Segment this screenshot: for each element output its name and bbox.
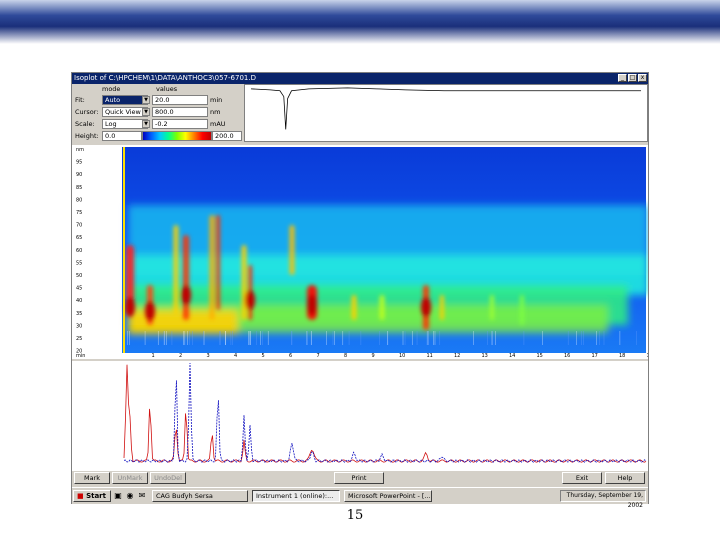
height-colorbar xyxy=(142,131,212,141)
fit-value-input[interactable]: 20.0 xyxy=(152,95,208,105)
explorer-quicklaunch-icon[interactable]: ◉ xyxy=(125,491,135,501)
isoplot-window: Isoplot of C:\HPCHEM\1\DATA\ANTHOC3\057-… xyxy=(71,72,649,504)
window-title: Isoplot of C:\HPCHEM\1\DATA\ANTHOC3\057-… xyxy=(74,74,256,82)
y-tick-label: 55 xyxy=(76,260,82,266)
y-tick-label: 45 xyxy=(76,286,82,292)
mode-header: mode xyxy=(102,85,120,93)
windows-taskbar: ■ Start ▣ ◉ ✉ CAG Buďyh Sersa Instrument… xyxy=(72,487,648,504)
isoplot-contour[interactable]: nm95908580757065605550454035302520 min 1 2… xyxy=(72,145,648,359)
x-tick-label: 1 xyxy=(152,353,155,359)
taskbar-item-powerpoint[interactable]: Microsoft PowerPoint - [... xyxy=(344,490,432,502)
x-tick-label: 6 xyxy=(289,353,292,359)
y-tick-label: 70 xyxy=(76,223,82,229)
y-tick-label: 65 xyxy=(76,235,82,241)
values-header: values xyxy=(156,85,177,93)
x-tick-label: 16 xyxy=(564,353,570,359)
spectrum-trace xyxy=(251,88,641,130)
minimize-button[interactable]: _ xyxy=(618,74,627,82)
x-tick-label: 15 xyxy=(537,353,543,359)
slide-page-number: 15 xyxy=(340,508,370,523)
scale-unit: mAU xyxy=(210,120,226,128)
desktop-quicklaunch-icon[interactable]: ▣ xyxy=(113,491,123,501)
windows-logo-icon: ■ xyxy=(77,492,84,500)
fit-label: Fit: xyxy=(75,96,85,104)
y-tick-label: 35 xyxy=(76,311,82,317)
window-title-bar: Isoplot of C:\HPCHEM\1\DATA\ANTHOC3\057-… xyxy=(72,73,648,84)
x-tick-label: 14 xyxy=(509,353,515,359)
y-tick-label: 40 xyxy=(76,298,82,304)
y-tick-label: nm xyxy=(76,147,84,153)
x-tick-label: 18 xyxy=(619,353,625,359)
x-tick-label: 13 xyxy=(482,353,488,359)
isoplot-contour-area: nm 95 90 85 80 75 70 65 60 55 50 45 40 35 30 25 20 min 1 2… xyxy=(72,145,648,359)
y-tick-label: 90 xyxy=(76,172,82,178)
height-min-input[interactable]: 0.0 xyxy=(102,131,142,141)
x-tick-label: min xyxy=(76,353,85,359)
x-tick-label: 19 xyxy=(647,353,649,359)
y-tick-label: 80 xyxy=(76,197,82,203)
help-button[interactable]: Help xyxy=(605,472,645,484)
fit-unit: min xyxy=(210,96,222,104)
y-tick-label: 25 xyxy=(76,336,82,342)
print-button[interactable]: Print xyxy=(334,472,384,484)
x-tick-label: 10 xyxy=(399,353,405,359)
slide-header-band xyxy=(0,0,720,44)
scale-dropdown-arrow-icon[interactable]: ▼ xyxy=(142,120,150,128)
close-button[interactable]: x xyxy=(638,74,647,82)
x-tick-label: 2 xyxy=(179,353,182,359)
x-tick-label: 5 xyxy=(262,353,265,359)
x-tick-label: 3 xyxy=(207,353,210,359)
y-tick-label: 60 xyxy=(76,248,82,254)
x-tick-label: 12 xyxy=(454,353,460,359)
chromatogram-panel xyxy=(72,361,648,471)
system-tray-clock[interactable]: Thursday, September 19, 2002 xyxy=(560,490,646,502)
action-button-bar: Mark UnMark UndoDel Print Exit Help xyxy=(72,471,648,485)
scale-value-input[interactable]: -0.2 xyxy=(152,119,208,129)
x-tick-label: 9 xyxy=(372,353,375,359)
x-tick-label: 8 xyxy=(344,353,347,359)
start-button[interactable]: ■ Start xyxy=(73,490,111,502)
x-tick-label: 4 xyxy=(234,353,237,359)
cursor-value-input[interactable]: 800.0 xyxy=(152,107,208,117)
x-tick-label: 11 xyxy=(427,353,433,359)
taskbar-item-instrument[interactable]: Instrument 1 (online):... xyxy=(252,490,340,502)
cursor-unit: nm xyxy=(210,108,220,116)
taskbar-item-cag[interactable]: CAG Buďyh Sersa xyxy=(152,490,248,502)
exit-button[interactable]: Exit xyxy=(562,472,602,484)
maximize-button[interactable]: □ xyxy=(628,74,637,82)
unmark-button[interactable]: UnMark xyxy=(112,472,148,484)
height-max-input[interactable]: 200.0 xyxy=(212,131,242,141)
x-tick-label: 7 xyxy=(317,353,320,359)
start-label: Start xyxy=(86,492,106,500)
mark-button[interactable]: Mark xyxy=(74,472,110,484)
cursor-label: Cursor: xyxy=(75,108,98,116)
y-tick-label: 50 xyxy=(76,273,82,279)
fit-dropdown-arrow-icon[interactable]: ▼ xyxy=(142,96,150,104)
chromatogram-plot[interactable] xyxy=(72,361,648,471)
undo-delete-button[interactable]: UndoDel xyxy=(150,472,186,484)
y-tick-label: 30 xyxy=(76,323,82,329)
y-tick-label: 85 xyxy=(76,185,82,191)
scale-label: Scale: xyxy=(75,120,95,128)
outlook-quicklaunch-icon[interactable]: ✉ xyxy=(137,491,147,501)
y-tick-label: 75 xyxy=(76,210,82,216)
height-label: Height: xyxy=(75,132,99,140)
x-tick-label: 17 xyxy=(592,353,598,359)
y-tick-label: 95 xyxy=(76,160,82,166)
spectrum-preview xyxy=(244,84,648,142)
cursor-dropdown-arrow-icon[interactable]: ▼ xyxy=(142,108,150,116)
